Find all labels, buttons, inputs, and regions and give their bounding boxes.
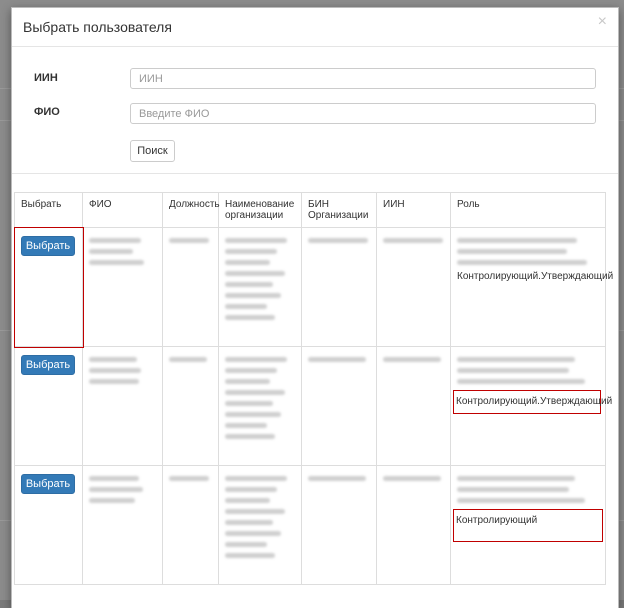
table-row: Выбрать Контролирующий xyxy=(14,465,606,585)
search-button[interactable]: Поиск xyxy=(130,140,175,162)
search-form: ИИН ФИО Поиск xyxy=(12,47,618,174)
column-header-fio: ФИО xyxy=(82,192,163,228)
position-cell-redacted xyxy=(162,465,219,585)
select-user-button[interactable]: Выбрать xyxy=(21,474,75,494)
column-header-iin: ИИН xyxy=(376,192,451,228)
position-cell-redacted xyxy=(162,227,219,347)
table-row: Выбрать Контролирующий.Утверждающий xyxy=(14,346,613,466)
iin-cell-redacted xyxy=(376,227,451,347)
column-header-role: Роль xyxy=(450,192,606,228)
iin-cell-redacted xyxy=(376,346,451,466)
org-name-cell-redacted xyxy=(218,346,302,466)
users-table: Выбрать ФИО Должность Наименование орган… xyxy=(13,192,614,585)
iin-input[interactable] xyxy=(130,68,596,89)
fio-label: ФИО xyxy=(34,106,60,118)
role-cell: Контролирующий xyxy=(450,465,606,585)
org-name-cell-redacted xyxy=(218,465,302,585)
column-header-select: Выбрать xyxy=(14,192,83,228)
fio-cell-redacted xyxy=(82,346,163,466)
iin-label: ИИН xyxy=(34,72,58,84)
iin-cell-redacted xyxy=(376,465,451,585)
role-highlight: Контролирующий xyxy=(453,509,603,542)
role-cell: Контролирующий.Утверждающий xyxy=(450,227,614,347)
position-cell-redacted xyxy=(162,346,219,466)
modal-title: Выбрать пользователя xyxy=(23,19,172,35)
fio-cell-redacted xyxy=(82,465,163,585)
close-icon[interactable]: × xyxy=(598,14,607,30)
select-cell: Выбрать xyxy=(14,346,83,466)
role-highlight: Контролирующий.Утверждающий xyxy=(453,390,613,414)
bin-cell-redacted xyxy=(301,465,377,585)
fio-input[interactable] xyxy=(130,103,596,124)
table-header-row: Выбрать ФИО Должность Наименование орган… xyxy=(14,192,606,228)
column-header-bin: БИН Организации xyxy=(301,192,377,228)
role-text: Контролирующий.Утверждающий xyxy=(456,396,613,407)
column-header-org-name: Наименование организации xyxy=(218,192,302,228)
select-user-button[interactable]: Выбрать xyxy=(21,355,75,375)
select-cell: Выбрать xyxy=(13,226,84,348)
column-header-position: Должность xyxy=(162,192,220,228)
role-text: Контролирующий.Утверждающий xyxy=(457,271,614,282)
fio-cell-redacted xyxy=(82,227,163,347)
modal-header: Выбрать пользователя × xyxy=(12,8,618,47)
org-name-cell-redacted xyxy=(218,227,302,347)
table-row: Выбрать Контролирующий.Утверждающий xyxy=(13,226,614,348)
role-cell: Контролирующий.Утверждающий xyxy=(450,346,613,466)
bin-cell-redacted xyxy=(301,346,377,466)
role-text: Контролирующий xyxy=(456,515,538,526)
select-cell: Выбрать xyxy=(14,465,83,585)
select-user-button[interactable]: Выбрать xyxy=(21,236,75,256)
bin-cell-redacted xyxy=(301,227,377,347)
